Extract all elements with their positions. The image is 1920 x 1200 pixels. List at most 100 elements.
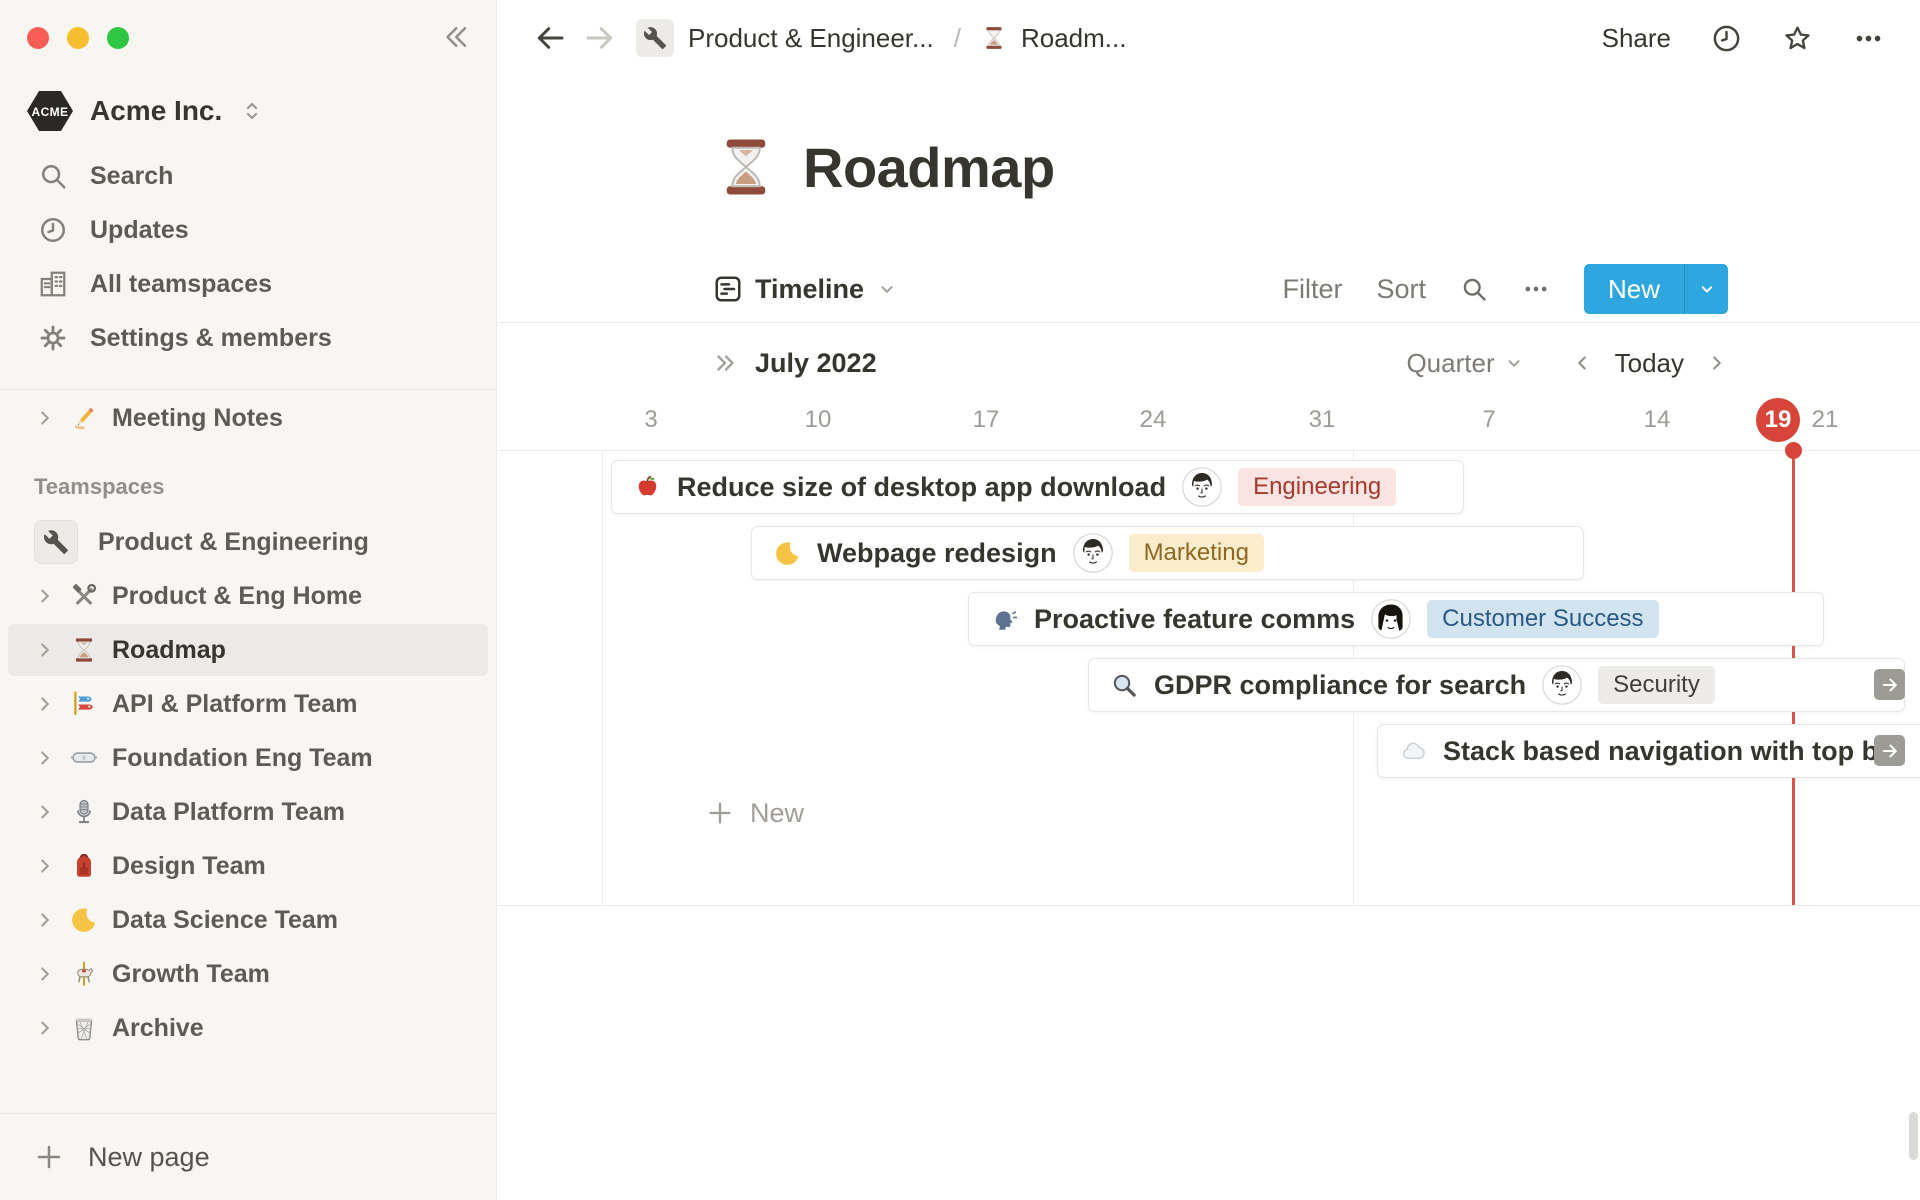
close-window-button[interactable] <box>27 27 49 49</box>
chevron-right-icon[interactable] <box>34 801 56 823</box>
date-tick: 10 <box>804 406 832 433</box>
backpack-icon <box>70 852 98 880</box>
chevron-left-icon[interactable] <box>1571 352 1593 374</box>
zoom-level-label: Quarter <box>1406 347 1495 378</box>
zoom-window-button[interactable] <box>107 27 129 49</box>
sidebar-item-label: Design Team <box>112 851 266 880</box>
sidebar-item-foundation-eng-team[interactable]: Foundation Eng Team <box>8 732 488 784</box>
sidebar-item-label: All teamspaces <box>90 269 273 298</box>
timeline-view-icon <box>713 274 743 304</box>
sidebar-item-product-engineering[interactable]: Product & Engineering <box>8 516 488 568</box>
today-button[interactable]: Today <box>1615 348 1684 379</box>
wrench-icon <box>34 520 78 564</box>
workspace-logo: ACME <box>26 90 74 132</box>
zoom-level-select[interactable]: Quarter <box>1406 348 1524 379</box>
sidebar-item-meeting-notes[interactable]: Meeting Notes <box>8 392 488 444</box>
sidebar-item-api-platform-team[interactable]: API & Platform Team <box>8 678 488 730</box>
chevron-right-icon[interactable] <box>34 909 56 931</box>
chevron-down-icon <box>1503 352 1525 374</box>
timeline-new-row-label: New <box>750 797 805 828</box>
star-icon[interactable] <box>1782 23 1813 54</box>
toolbar-actions: Filter Sort New <box>1282 264 1728 314</box>
workspace-switcher[interactable]: ACME Acme Inc. <box>26 82 264 140</box>
chevron-right-icon[interactable] <box>34 639 56 661</box>
main-content: Product & Engineer... / Roadm... Share R… <box>498 0 1920 1200</box>
timeline-card[interactable]: Webpage redesign Marketing <box>751 526 1584 580</box>
sidebar-item-data-platform-team[interactable]: Data Platform Team <box>8 786 488 838</box>
search-icon[interactable] <box>1460 275 1488 303</box>
assignee-avatar <box>1371 599 1411 639</box>
sidebar-item-label: Settings & members <box>90 323 332 352</box>
team-tag: Customer Success <box>1427 599 1659 639</box>
sidebar-item-search[interactable]: Search <box>8 150 488 202</box>
back-icon[interactable] <box>534 22 566 54</box>
chevron-right-icon[interactable] <box>34 855 56 877</box>
sidebar-item-label: Roadmap <box>112 635 226 664</box>
breadcrumb-current[interactable]: Roadm... <box>1021 23 1127 54</box>
date-tick: 24 <box>1139 406 1167 433</box>
sort-button[interactable]: Sort <box>1376 274 1426 305</box>
timeline-grid[interactable]: Reduce size of desktop app download Engi… <box>498 442 1920 906</box>
sidebar-item-updates[interactable]: Updates <box>8 204 488 256</box>
sidebar-item-label: Search <box>90 161 174 190</box>
toolbar-divider <box>498 322 1920 323</box>
share-button[interactable]: Share <box>1602 23 1671 54</box>
sidebar-item-settings[interactable]: Settings & members <box>8 312 488 364</box>
team-tag: Security <box>1598 665 1715 705</box>
double-chevron-right-icon[interactable] <box>713 350 739 376</box>
timeline-new-row-button[interactable]: New <box>706 791 804 835</box>
date-tick: 21 <box>1811 406 1839 433</box>
view-selector-timeline[interactable]: Timeline <box>713 274 898 305</box>
timeline-card[interactable]: Stack based navigation with top bar <box>1377 724 1920 778</box>
timeline-card[interactable]: GDPR compliance for search Security <box>1088 658 1905 712</box>
wastebasket-icon <box>70 1014 98 1042</box>
chevron-right-icon[interactable] <box>34 585 56 607</box>
timeline-card[interactable]: Reduce size of desktop app download Engi… <box>611 460 1464 514</box>
red-apple-icon <box>634 474 661 501</box>
chevron-right-icon[interactable] <box>1706 352 1728 374</box>
more-options-icon[interactable] <box>1522 275 1550 303</box>
new-button[interactable]: New <box>1584 274 1684 305</box>
sidebar-item-data-science-team[interactable]: Data Science Team <box>8 894 488 946</box>
date-tick: 17 <box>972 406 1000 433</box>
speaking-head-icon <box>991 606 1018 633</box>
cloud-icon <box>1400 738 1427 765</box>
today-date-badge[interactable]: 19 <box>1756 398 1800 442</box>
sidebar-item-design-team[interactable]: Design Team <box>8 840 488 892</box>
page-header: Roadmap <box>713 134 1055 200</box>
sidebar: ACME Acme Inc. Search Updates All teamsp… <box>0 0 497 1200</box>
timeline-date-ruler[interactable]: 3 10 17 24 31 7 14 19 21 <box>498 390 1920 450</box>
clock-history-icon[interactable] <box>1711 23 1742 54</box>
chevron-right-icon[interactable] <box>34 407 56 429</box>
sidebar-item-roadmap[interactable]: Roadmap <box>8 624 488 676</box>
sidebar-footer: New page <box>0 1113 496 1200</box>
sidebar-item-growth-team[interactable]: Growth Team <box>8 948 488 1000</box>
forward-icon[interactable] <box>584 22 616 54</box>
crescent-moon-icon <box>70 906 98 934</box>
sidebar-item-product-eng-home[interactable]: Product & Eng Home <box>8 570 488 622</box>
assignee-avatar <box>1072 533 1113 573</box>
page-title: Roadmap <box>803 135 1055 199</box>
sidebar-menu: Search Updates All teamspaces Settings &… <box>0 148 496 366</box>
sidebar-item-label: Data Science Team <box>112 905 339 934</box>
chevron-right-icon[interactable] <box>34 693 56 715</box>
filter-button[interactable]: Filter <box>1282 274 1342 305</box>
chevron-right-icon[interactable] <box>34 747 56 769</box>
new-button-dropdown[interactable] <box>1684 264 1728 314</box>
assignee-avatar <box>1182 467 1222 507</box>
new-page-button[interactable]: New page <box>0 1114 496 1200</box>
collapse-sidebar-icon[interactable] <box>440 22 470 52</box>
chevron-right-icon[interactable] <box>34 1017 56 1039</box>
timeline-card[interactable]: Proactive feature comms Customer Success <box>968 592 1824 646</box>
minimize-window-button[interactable] <box>67 27 89 49</box>
chevron-right-icon[interactable] <box>34 963 56 985</box>
more-options-icon[interactable] <box>1853 23 1884 54</box>
breadcrumb-parent[interactable]: Product & Engineer... <box>688 23 934 54</box>
vertical-scrollbar-thumb[interactable] <box>1909 1112 1918 1160</box>
sidebar-item-all-teamspaces[interactable]: All teamspaces <box>8 258 488 310</box>
sidebar-item-archive[interactable]: Archive <box>8 1002 488 1054</box>
scroll-to-card-arrow[interactable] <box>1874 669 1905 700</box>
hourglass-icon[interactable] <box>713 134 779 200</box>
scroll-to-card-arrow[interactable] <box>1874 735 1905 766</box>
sidebar-item-label: Updates <box>90 215 189 244</box>
